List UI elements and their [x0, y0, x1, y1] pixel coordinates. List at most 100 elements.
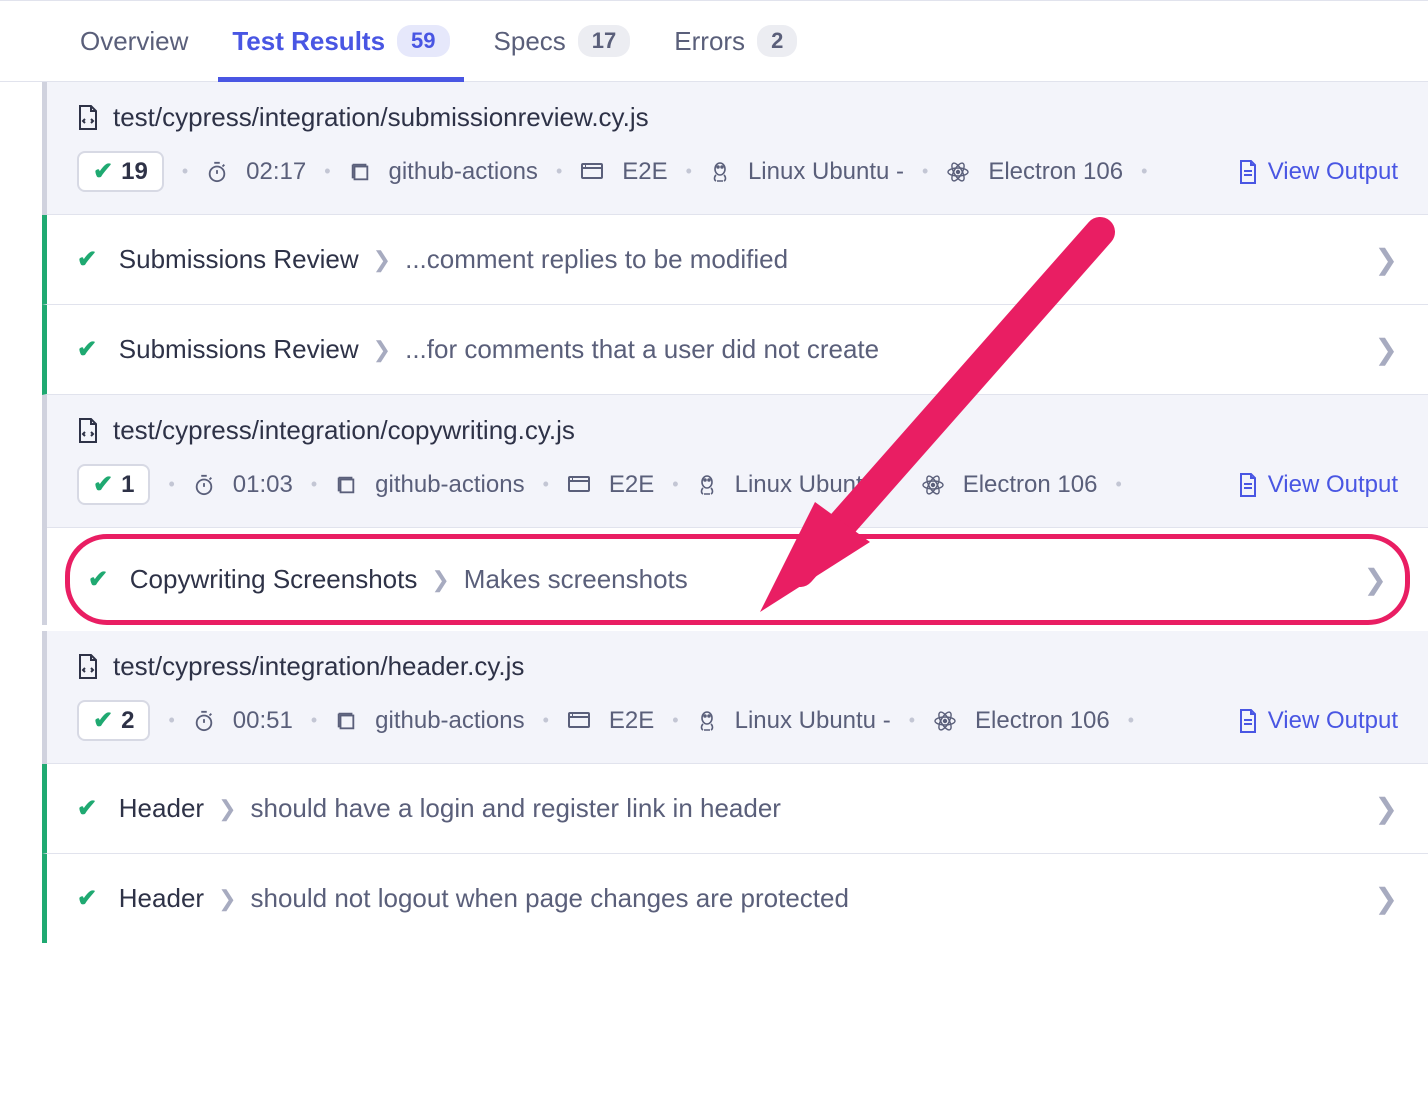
spec-header: test/cypress/integration/submissionrevie… — [47, 82, 1428, 215]
spec-header: test/cypress/integration/copywriting.cy.… — [47, 395, 1428, 528]
view-output-link[interactable]: View Output — [1238, 707, 1398, 735]
linux-icon — [710, 161, 730, 183]
file-code-icon — [77, 654, 99, 680]
test-row[interactable]: ✔ Header ❯ should not logout when page c… — [42, 854, 1428, 943]
test-name: should have a login and register link in… — [251, 793, 781, 824]
duration: 01:03 — [233, 471, 293, 499]
view-output-label: View Output — [1268, 158, 1398, 186]
spec-block: test/cypress/integration/header.cy.js ✔ … — [42, 631, 1428, 943]
monitor-icon — [567, 711, 591, 731]
test-name: ...for comments that a user did not crea… — [405, 334, 879, 365]
electron-icon — [933, 709, 957, 733]
check-icon: ✔ — [77, 884, 97, 913]
test-name: should not logout when page changes are … — [251, 883, 849, 914]
spec-path: test/cypress/integration/copywriting.cy.… — [113, 415, 575, 446]
chevron-right-icon: ❯ — [1375, 243, 1398, 276]
os: Linux Ubunt — [735, 471, 863, 499]
duration: 00:51 — [233, 707, 293, 735]
document-icon — [1238, 709, 1258, 733]
chevron-right-icon: ❯ — [218, 886, 236, 912]
file-code-icon — [77, 418, 99, 444]
tab-badge: 59 — [397, 25, 449, 57]
monitor-icon — [580, 162, 604, 182]
pass-count: 19 — [121, 158, 148, 186]
test-row[interactable]: ✔ Submissions Review ❯ ...comment replie… — [42, 215, 1428, 305]
pass-count-pill: ✔ 19 — [77, 151, 164, 192]
test-type: E2E — [609, 707, 654, 735]
tab-label: Test Results — [232, 26, 385, 57]
layers-icon — [335, 710, 357, 732]
test-name: ...comment replies to be modified — [405, 244, 788, 275]
spec-title: test/cypress/integration/header.cy.js — [77, 651, 1398, 682]
spec-meta: ✔ 1 • 01:03 • github-actions • E2E • Lin… — [77, 464, 1398, 505]
chevron-right-icon: ❯ — [373, 337, 391, 363]
layers-icon — [349, 161, 371, 183]
check-icon: ✔ — [77, 794, 97, 823]
tab-specs[interactable]: Specs 17 — [494, 1, 631, 81]
runner: github-actions — [375, 707, 524, 735]
runner: github-actions — [375, 471, 524, 499]
check-icon: ✔ — [93, 706, 113, 735]
tab-label: Errors — [674, 26, 745, 57]
spec-path: test/cypress/integration/submissionrevie… — [113, 102, 649, 133]
pass-count-pill: ✔ 1 — [77, 464, 150, 505]
tabs-bar: Overview Test Results 59 Specs 17 Errors… — [0, 0, 1428, 82]
tab-badge: 2 — [757, 25, 797, 57]
os: Linux Ubuntu - — [748, 158, 904, 186]
chevron-right-icon: ❯ — [1375, 882, 1398, 915]
test-row[interactable]: ✔ Header ❯ should have a login and regis… — [42, 764, 1428, 854]
stopwatch-icon — [206, 161, 228, 183]
spec-title: test/cypress/integration/submissionrevie… — [77, 102, 1398, 133]
test-group: Submissions Review — [119, 334, 359, 365]
file-code-icon — [77, 105, 99, 131]
test-type: E2E — [609, 471, 654, 499]
browser: Electron 106 — [988, 158, 1123, 186]
tab-overview[interactable]: Overview — [80, 1, 188, 81]
os: Linux Ubuntu - — [735, 707, 891, 735]
test-row[interactable]: ✔ Submissions Review ❯ ...for comments t… — [42, 305, 1428, 395]
spec-meta: ✔ 19 • 02:17 • github-actions • E2E • — [77, 151, 1398, 192]
linux-icon — [697, 474, 717, 496]
chevron-right-icon: ❯ — [373, 247, 391, 273]
document-icon — [1238, 473, 1258, 497]
check-icon: ✔ — [77, 335, 97, 364]
pass-count: 1 — [121, 471, 134, 499]
chevron-right-icon: ❯ — [218, 796, 236, 822]
view-output-link[interactable]: View Output — [1238, 158, 1398, 186]
view-output-link[interactable]: View Output — [1238, 471, 1398, 499]
monitor-icon — [567, 475, 591, 495]
spec-header: test/cypress/integration/header.cy.js ✔ … — [47, 631, 1428, 764]
electron-icon — [946, 160, 970, 184]
chevron-right-icon: ❯ — [1364, 563, 1387, 596]
check-icon: ✔ — [93, 470, 113, 499]
spec-block: test/cypress/integration/submissionrevie… — [42, 82, 1428, 395]
check-icon: ✔ — [77, 245, 97, 274]
pass-count: 2 — [121, 707, 134, 735]
browser: Electron 106 — [975, 707, 1110, 735]
runner: github-actions — [389, 158, 538, 186]
tab-test-results[interactable]: Test Results 59 — [232, 1, 449, 81]
tab-badge: 17 — [578, 25, 630, 57]
test-name: Makes screenshots — [464, 564, 688, 595]
test-group: Header — [119, 883, 204, 914]
tab-label: Specs — [494, 26, 566, 57]
check-icon: ✔ — [88, 565, 108, 594]
linux-icon — [697, 710, 717, 732]
browser: Electron 106 — [963, 471, 1098, 499]
check-icon: ✔ — [93, 157, 113, 186]
tab-label: Overview — [80, 26, 188, 57]
spec-title: test/cypress/integration/copywriting.cy.… — [77, 415, 1398, 446]
chevron-right-icon: ❯ — [1375, 333, 1398, 366]
chevron-right-icon: ❯ — [1375, 792, 1398, 825]
pass-count-pill: ✔ 2 — [77, 700, 150, 741]
layers-icon — [335, 474, 357, 496]
electron-icon — [921, 473, 945, 497]
chevron-right-icon: ❯ — [431, 567, 449, 593]
test-row-highlighted[interactable]: ✔ Copywriting Screenshots ❯ Makes screen… — [65, 534, 1410, 625]
test-type: E2E — [622, 158, 667, 186]
tab-errors[interactable]: Errors 2 — [674, 1, 797, 81]
spec-meta: ✔ 2 • 00:51 • github-actions • E2E • Lin… — [77, 700, 1398, 741]
stopwatch-icon — [193, 474, 215, 496]
duration: 02:17 — [246, 158, 306, 186]
document-icon — [1238, 160, 1258, 184]
